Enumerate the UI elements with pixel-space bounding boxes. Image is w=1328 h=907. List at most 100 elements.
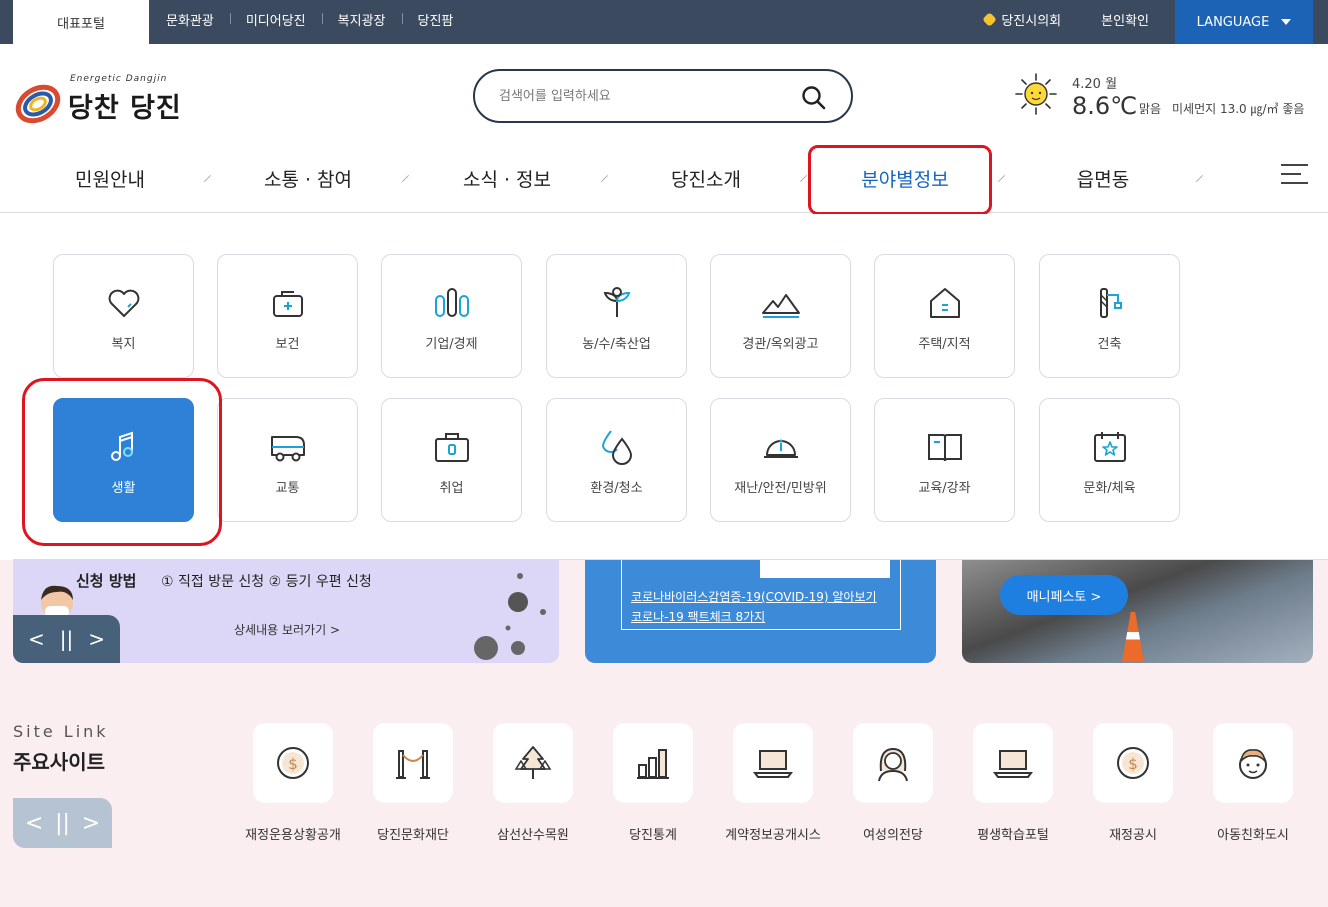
category-agriculture[interactable]: 농/수/축산업 xyxy=(546,254,687,378)
category-label: 주택/지적 xyxy=(918,337,971,352)
prev-button[interactable]: < xyxy=(28,627,45,651)
category-housing[interactable]: 주택/지적 xyxy=(874,254,1015,378)
language-label: LANGUAGE xyxy=(1196,14,1270,30)
site-link-item[interactable]: 계약정보공개시스 xyxy=(713,723,833,843)
nav-separator xyxy=(997,174,1006,183)
water-drop-icon xyxy=(601,430,632,465)
next-button[interactable]: > xyxy=(82,811,100,836)
manifesto-banner: 매니페스토 > xyxy=(962,560,1313,663)
prev-button[interactable]: < xyxy=(25,811,43,836)
truck-icon xyxy=(270,436,305,462)
site-logo[interactable]: Energetic Dangjin 당찬 당진 xyxy=(14,74,204,126)
covid-banner: 코로나바이러스감염증-19(COVID-19) 알아보기 코로나-19 팩트체크… xyxy=(585,560,936,663)
heart-icon xyxy=(108,289,139,317)
crane-icon xyxy=(1099,288,1122,318)
weather-widget: 4.20 월 8.6℃ 맑음 미세먼지 13.0 ㎍/㎥ 좋음 xyxy=(1014,70,1314,130)
traffic-cone-image xyxy=(1122,612,1144,662)
svg-text:$: $ xyxy=(288,755,298,773)
category-label: 기업/경제 xyxy=(425,337,478,352)
category-transport[interactable]: 교통 xyxy=(217,398,358,522)
tab-main-portal[interactable]: 대표포털 xyxy=(13,0,149,44)
category-business[interactable]: 기업/경제 xyxy=(381,254,522,378)
bars-icon xyxy=(434,288,469,317)
site-link-item[interactable]: 당진통계 xyxy=(593,723,713,843)
site-link-item[interactable]: $ 재정운용상황공개 xyxy=(233,723,353,843)
covid-box-header xyxy=(760,560,890,578)
nav-highlight-box xyxy=(808,145,992,215)
coin-icon: $ xyxy=(277,747,309,779)
category-label: 농/수/축산업 xyxy=(582,337,651,352)
next-button[interactable]: > xyxy=(88,627,105,651)
site-link-item[interactable]: 아동친화도시 xyxy=(1193,723,1313,843)
link-farm[interactable]: 당진팜 xyxy=(401,10,470,29)
mountain-icon xyxy=(761,294,800,318)
svg-text:$: $ xyxy=(1128,755,1138,773)
caret-down-icon xyxy=(1281,19,1292,25)
category-landscape[interactable]: 경관/옥외광고 xyxy=(710,254,851,378)
site-link-item[interactable]: 당진문화재단 xyxy=(353,723,473,843)
tree-icon xyxy=(514,746,552,779)
pause-button[interactable]: || xyxy=(55,811,70,836)
search-icon[interactable] xyxy=(801,85,827,111)
nav-separator xyxy=(401,174,410,183)
verify-link[interactable]: 본인확인 xyxy=(1101,10,1149,29)
calendar-star-icon xyxy=(1093,432,1126,462)
site-link-item[interactable]: 여성의전당 xyxy=(833,723,953,843)
nav-about[interactable]: 당진소개 xyxy=(616,165,796,192)
nav-news[interactable]: 소식 · 정보 xyxy=(417,165,597,192)
nav-participation[interactable]: 소통 · 참여 xyxy=(218,165,398,192)
council-link[interactable]: 당진시의회 xyxy=(982,10,1061,29)
house-icon xyxy=(929,288,960,318)
weather-condition: 맑음 xyxy=(1139,102,1162,116)
weather-date: 4.20 월 xyxy=(1072,77,1118,92)
medical-bag-icon xyxy=(272,291,303,317)
category-label: 경관/옥외광고 xyxy=(742,337,819,352)
category-culture-sports[interactable]: 문화/체육 xyxy=(1039,398,1180,522)
site-link-label: 여성의전당 xyxy=(863,828,923,843)
link-welfare[interactable]: 복지광장 xyxy=(321,10,402,29)
site-link-item[interactable]: 삼선산수목원 xyxy=(473,723,593,843)
banner-title: 신청 방법 xyxy=(76,572,137,590)
laptop-icon xyxy=(753,750,793,778)
logo-name: 당찬 당진 xyxy=(68,93,182,124)
helmet-icon xyxy=(763,439,798,458)
pause-button[interactable]: || xyxy=(60,627,73,651)
link-culture-tour[interactable]: 문화관광 xyxy=(150,10,230,29)
site-link-label: 삼선산수목원 xyxy=(497,828,569,843)
search-input[interactable] xyxy=(499,85,789,107)
banner-more-link[interactable]: 상세내용 보러가기 > xyxy=(234,621,340,638)
stanchion-icon xyxy=(396,750,430,779)
nav-separator xyxy=(1195,174,1204,183)
child-icon xyxy=(1239,749,1267,779)
nav-district[interactable]: 읍면동 xyxy=(1013,165,1193,192)
logo-emblem-icon xyxy=(15,84,61,124)
site-link-title: 주요사이트 xyxy=(13,750,105,774)
category-education[interactable]: 교육/강좌 xyxy=(874,398,1015,522)
category-welfare[interactable]: 복지 xyxy=(53,254,194,378)
top-bar: 대표포털 문화관광 미디어당진 복지광장 당진팜 당진시의회 본인확인 LANG… xyxy=(0,0,1328,44)
nav-civil-service[interactable]: 민원안내 xyxy=(20,165,200,192)
briefcase-icon xyxy=(434,433,469,462)
category-health[interactable]: 보건 xyxy=(217,254,358,378)
laptop-icon xyxy=(993,750,1033,778)
link-media[interactable]: 미디어당진 xyxy=(229,10,322,29)
category-employment[interactable]: 취업 xyxy=(381,398,522,522)
site-link-item[interactable]: 평생학습포털 xyxy=(953,723,1073,843)
manifesto-button[interactable]: 매니페스토 > xyxy=(1000,575,1128,615)
bar-chart-icon xyxy=(637,749,669,779)
menu-icon[interactable] xyxy=(1281,164,1308,184)
site-link-item[interactable]: $ 재정공시 xyxy=(1073,723,1193,843)
category-environment[interactable]: 환경/청소 xyxy=(546,398,687,522)
category-highlight-box xyxy=(22,378,222,546)
site-link-controls: < || > xyxy=(13,798,112,848)
covid-link-factcheck[interactable]: 코로나-19 팩트체크 8가지 xyxy=(631,608,765,625)
category-label: 환경/청소 xyxy=(590,481,643,496)
category-label: 교통 xyxy=(275,481,300,496)
language-button[interactable]: LANGUAGE xyxy=(1175,0,1313,44)
weather-temp: 8.6℃ xyxy=(1072,92,1138,120)
category-architecture[interactable]: 건축 xyxy=(1039,254,1180,378)
category-safety[interactable]: 재난/안전/민방위 xyxy=(710,398,851,522)
coin-icon: $ xyxy=(1117,747,1149,779)
covid-link-info[interactable]: 코로나바이러스감염증-19(COVID-19) 알아보기 xyxy=(631,588,877,605)
sun-icon xyxy=(1015,73,1057,115)
